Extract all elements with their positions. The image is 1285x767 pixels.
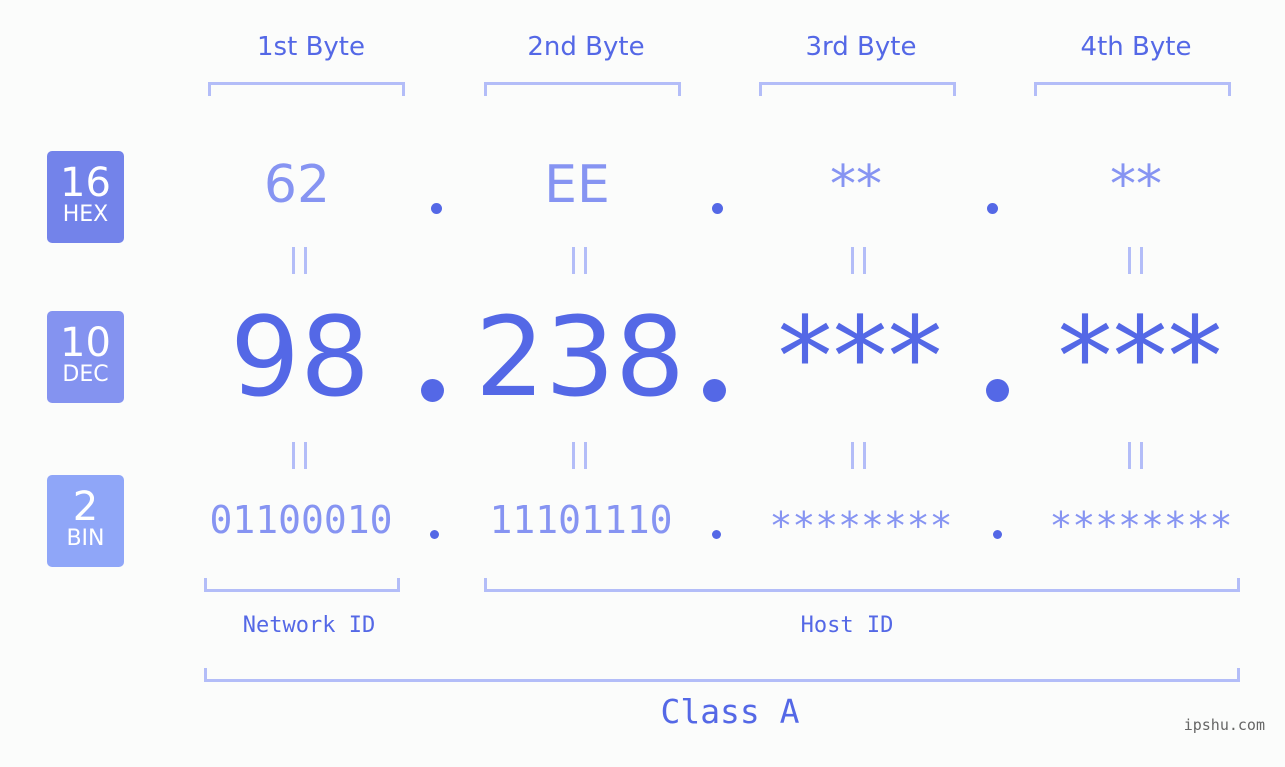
bin-separator-dot — [712, 530, 721, 539]
host-id-label: Host ID — [800, 613, 894, 638]
byte-bracket-2 — [484, 82, 681, 96]
bin-badge-number: 2 — [72, 484, 99, 530]
dec-badge: 10 DEC — [47, 311, 124, 403]
hex-octet-2: EE — [544, 155, 610, 215]
bin-octet-4: ******** — [1049, 504, 1233, 548]
bin-badge: 2 BIN — [47, 475, 124, 567]
hex-badge: 16 HEX — [47, 151, 124, 243]
hex-badge-label: HEX — [62, 202, 109, 227]
host-id-bracket — [484, 578, 1240, 592]
bin-octet-2: 11101110 — [489, 498, 673, 542]
byte-bracket-3 — [759, 82, 956, 96]
equals-marker — [851, 442, 866, 469]
byte-bracket-4 — [1034, 82, 1231, 96]
hex-octet-3: ** — [830, 155, 882, 215]
byte-header-1: 1st Byte — [257, 32, 365, 62]
class-label: Class A — [660, 692, 800, 731]
bin-octet-3: ******** — [769, 504, 953, 548]
hex-separator-dot — [431, 203, 442, 214]
hex-badge-number: 16 — [60, 160, 111, 206]
byte-header-2: 2nd Byte — [527, 32, 645, 62]
dec-separator-dot — [703, 379, 726, 402]
byte-header-4: 4th Byte — [1080, 32, 1192, 62]
hex-octet-1: 62 — [263, 155, 331, 215]
hex-separator-dot — [987, 203, 998, 214]
class-bracket — [204, 668, 1240, 682]
equals-marker — [851, 247, 866, 274]
equals-marker — [292, 247, 307, 274]
equals-marker — [1128, 247, 1143, 274]
equals-marker — [572, 247, 587, 274]
bin-octet-1: 01100010 — [209, 498, 393, 542]
bin-separator-dot — [430, 530, 439, 539]
dec-octet-2: 238 — [475, 293, 685, 421]
equals-marker — [572, 442, 587, 469]
equals-marker — [1128, 442, 1143, 469]
byte-bracket-1 — [208, 82, 405, 96]
bin-separator-dot — [993, 530, 1002, 539]
dec-octet-3: *** — [777, 293, 943, 421]
dec-octet-4: *** — [1057, 293, 1223, 421]
dec-badge-number: 10 — [60, 320, 111, 366]
dec-octet-1: 98 — [230, 293, 370, 421]
dec-separator-dot — [421, 379, 444, 402]
byte-header-3: 3rd Byte — [805, 32, 917, 62]
bin-badge-label: BIN — [66, 526, 105, 551]
network-id-bracket — [204, 578, 400, 592]
watermark: ipshu.com — [1183, 716, 1265, 734]
dec-separator-dot — [986, 379, 1009, 402]
equals-marker — [292, 442, 307, 469]
network-id-label: Network ID — [242, 613, 376, 638]
hex-separator-dot — [712, 203, 723, 214]
dec-badge-label: DEC — [62, 362, 109, 387]
hex-octet-4: ** — [1110, 155, 1162, 215]
